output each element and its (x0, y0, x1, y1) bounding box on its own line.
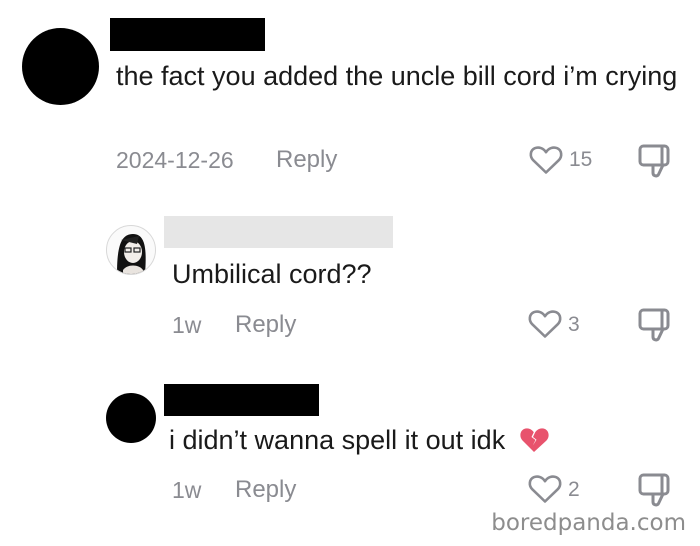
thumbs-down-icon[interactable] (638, 143, 676, 179)
username-redacted (164, 216, 393, 248)
reply-button[interactable]: Reply (235, 476, 296, 504)
avatar[interactable] (106, 393, 156, 443)
like-count: 3 (568, 313, 580, 336)
reply-button[interactable]: Reply (276, 146, 337, 174)
watermark: boredpanda.com (491, 510, 686, 536)
like-count: 2 (568, 478, 580, 501)
username-redacted (164, 384, 319, 416)
reply-button[interactable]: Reply (235, 311, 296, 339)
anime-avatar-icon (117, 234, 146, 274)
comment-text-body: i didn’t wanna spell it out idk (169, 425, 506, 455)
avatar[interactable] (106, 225, 156, 275)
comment-text: Umbilical cord?? (172, 259, 372, 289)
thumbs-down-icon[interactable] (638, 307, 676, 343)
like-count: 15 (569, 148, 593, 171)
avatar[interactable] (22, 28, 99, 105)
username-redacted (110, 18, 265, 51)
thumbs-down-icon[interactable] (638, 472, 676, 508)
comment-date: 2024-12-26 (116, 147, 234, 173)
heart-outline-icon[interactable] (528, 309, 562, 339)
heart-outline-icon[interactable] (529, 145, 563, 175)
heart-outline-icon[interactable] (528, 474, 562, 504)
broken-heart-icon (519, 426, 549, 463)
comment-text: i didn’t wanna spell it out idk (169, 422, 549, 463)
comment-date: 1w (172, 477, 202, 503)
comment-date: 1w (172, 312, 202, 338)
comment-text: the fact you added the uncle bill cord i… (116, 61, 678, 91)
